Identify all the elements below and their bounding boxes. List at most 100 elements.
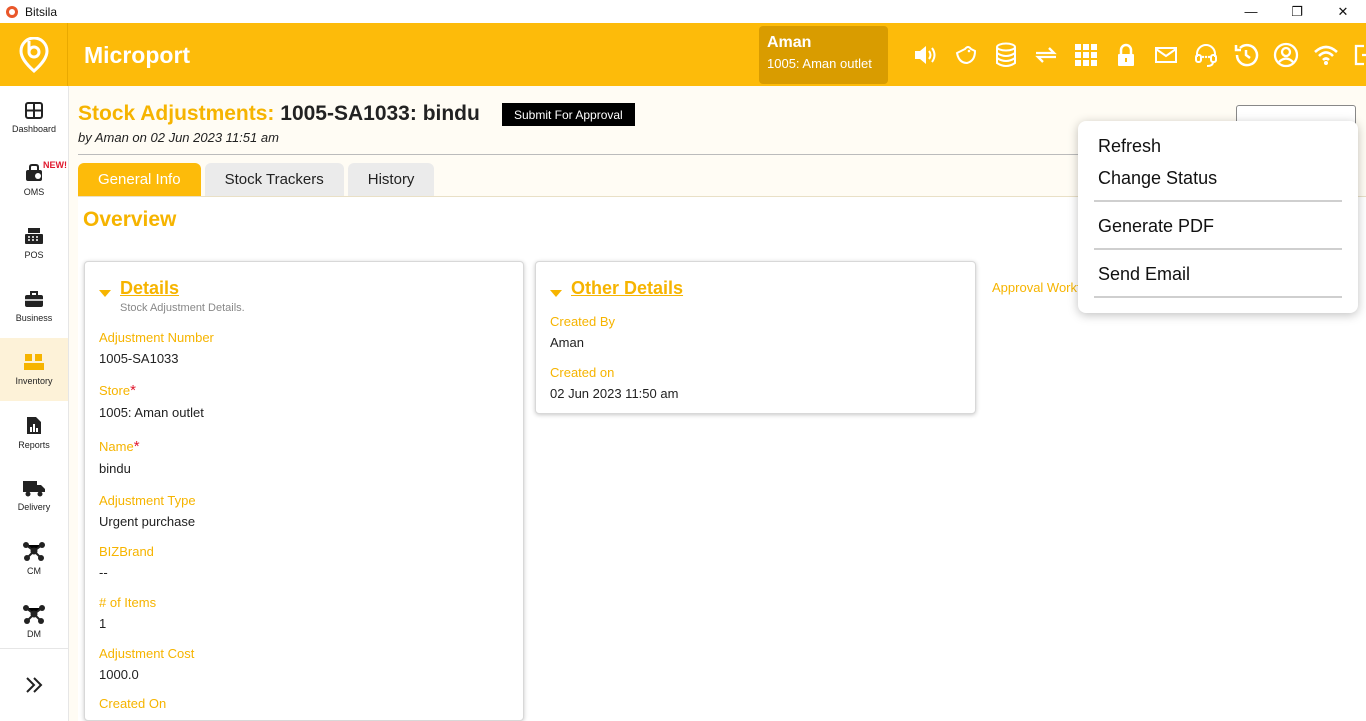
- user-name: Aman: [767, 34, 812, 51]
- sidebar-item-delivery[interactable]: Delivery: [0, 464, 68, 527]
- account-icon[interactable]: [1266, 40, 1306, 70]
- field-adjustment-type: Adjustment Type Urgent purchase: [99, 493, 196, 529]
- field-label: Adjustment Number: [99, 330, 214, 345]
- menu-divider: [1094, 200, 1342, 202]
- created-byline: by Aman on 02 Jun 2023 11:51 am: [78, 130, 279, 145]
- field-label-text: Store: [99, 383, 131, 398]
- tab-stock-trackers[interactable]: Stock Trackers: [204, 163, 344, 196]
- required-mark: *: [130, 382, 136, 399]
- page-title: Stock Adjustments: 1005-SA1033: bindu: [78, 102, 480, 126]
- approval-workflow-title[interactable]: Approval Workflow: [992, 280, 1082, 295]
- required-mark: *: [133, 438, 140, 455]
- overview-heading: Overview: [83, 208, 177, 231]
- menu-divider: [1094, 296, 1342, 298]
- caret-down-icon: [550, 290, 562, 297]
- details-subtitle: Stock Adjustment Details.: [120, 302, 245, 314]
- details-title[interactable]: Details: [120, 278, 245, 299]
- sync-icon[interactable]: [1026, 40, 1066, 70]
- sidebar-item-label: CM: [27, 566, 41, 576]
- menu-item-refresh[interactable]: Refresh: [1098, 136, 1161, 157]
- sidebar-item-label: POS: [24, 250, 44, 260]
- field-label: Name*: [99, 438, 140, 455]
- oms-icon: [26, 164, 42, 181]
- menu-item-send-email[interactable]: Send Email: [1098, 264, 1190, 285]
- bitsila-logo-icon: [18, 36, 49, 73]
- headset-icon[interactable]: [1186, 40, 1226, 70]
- bird-icon[interactable]: [946, 40, 986, 70]
- sidebar-item-label: Inventory: [15, 376, 53, 386]
- sidebar-item-cm[interactable]: CM: [0, 527, 68, 590]
- other-details-header[interactable]: Other Details: [550, 278, 683, 299]
- field-value: Aman: [550, 335, 584, 350]
- field-value: --: [99, 565, 108, 580]
- actions-menu: Refresh Change Status Generate PDF Send …: [1078, 121, 1358, 313]
- field-adjustment-number: Adjustment Number 1005-SA1033: [99, 330, 214, 366]
- window-title-bar: Bitsila — ❐ ✕: [0, 0, 1366, 23]
- lock-icon[interactable]: [1106, 40, 1146, 70]
- sidebar-item-dashboard[interactable]: Dashboard: [0, 86, 68, 149]
- field-value: 1000.0: [99, 667, 139, 682]
- field-label: Adjustment Type: [99, 493, 196, 508]
- details-header[interactable]: Details Stock Adjustment Details.: [99, 278, 245, 314]
- field-item-count: # of Items 1: [99, 595, 156, 631]
- network-icon: [23, 542, 45, 561]
- sidebar-item-pos[interactable]: POS: [0, 212, 68, 275]
- field-value: 02 Jun 2023 11:50 am: [550, 386, 679, 401]
- app-logo-icon: [6, 5, 18, 18]
- restore-button[interactable]: ❐: [1274, 0, 1320, 23]
- sidebar-item-dm[interactable]: DM: [0, 590, 68, 653]
- brand-logo[interactable]: [0, 23, 68, 86]
- tab-history[interactable]: History: [347, 163, 435, 196]
- mail-icon[interactable]: [1146, 40, 1186, 70]
- submit-for-approval-button[interactable]: Submit For Approval: [502, 103, 635, 126]
- speaker-icon[interactable]: [906, 40, 946, 70]
- network-icon: [23, 605, 45, 624]
- sidebar-item-oms[interactable]: NEW! OMS: [0, 149, 68, 212]
- sidebar-item-label: Business: [15, 313, 53, 323]
- field-store: Store* 1005: Aman outlet: [99, 382, 204, 420]
- page-title-label: Stock Adjustments:: [78, 102, 275, 125]
- sidebar-item-label: Reports: [18, 439, 50, 450]
- truck-icon: [23, 481, 45, 497]
- field-label: Adjustment Cost: [99, 646, 195, 661]
- field-bizbrand: BIZBrand --: [99, 544, 154, 580]
- history-icon[interactable]: [1226, 40, 1266, 70]
- field-label: Created On: [99, 696, 167, 711]
- field-label: # of Items: [99, 595, 157, 610]
- user-store-selector[interactable]: Aman 1005: Aman outlet: [759, 26, 888, 84]
- sidebar: Dashboard NEW! OMS POS Business Inventor…: [0, 86, 69, 721]
- field-value: 1005-SA1033: [99, 351, 179, 366]
- inventory-icon: [24, 354, 44, 370]
- briefcase-icon: [25, 291, 43, 307]
- menu-item-generate-pdf[interactable]: Generate PDF: [1098, 216, 1214, 237]
- expand-sidebar-button[interactable]: [0, 648, 68, 720]
- logout-icon[interactable]: [1346, 40, 1366, 70]
- window-title: Bitsila: [25, 4, 58, 19]
- reports-icon: [27, 416, 41, 434]
- divider: [78, 154, 1108, 155]
- other-details-card: Other Details Created By Aman Created on…: [535, 261, 976, 414]
- apps-grid-icon[interactable]: [1066, 40, 1106, 70]
- sidebar-item-label: OMS: [23, 187, 45, 197]
- user-store: 1005: Aman outlet: [767, 56, 872, 71]
- other-details-title[interactable]: Other Details: [571, 278, 683, 299]
- field-name: Name* bindu: [99, 438, 140, 476]
- sidebar-item-label: Dashboard: [11, 123, 57, 134]
- sidebar-item-reports[interactable]: Reports: [0, 401, 68, 464]
- tab-general-info[interactable]: General Info: [78, 163, 201, 196]
- field-created-by: Created By Aman: [550, 314, 615, 350]
- menu-item-change-status[interactable]: Change Status: [1098, 168, 1217, 189]
- field-label-text: Name: [99, 439, 134, 454]
- wifi-icon[interactable]: [1306, 40, 1346, 70]
- tab-bar: General Info Stock Trackers History: [78, 163, 438, 196]
- minimize-button[interactable]: —: [1228, 0, 1274, 23]
- app-header: Microport Aman 1005: Aman outlet: [0, 23, 1366, 86]
- field-label: Created By: [550, 314, 616, 329]
- sidebar-item-business[interactable]: Business: [0, 275, 68, 338]
- sidebar-item-inventory[interactable]: Inventory: [0, 338, 68, 401]
- details-card: Details Stock Adjustment Details. Adjust…: [84, 261, 524, 721]
- database-icon[interactable]: [986, 40, 1026, 70]
- field-adjustment-cost: Adjustment Cost 1000.0: [99, 646, 194, 682]
- caret-down-icon: [99, 290, 111, 297]
- close-button[interactable]: ✕: [1320, 0, 1366, 23]
